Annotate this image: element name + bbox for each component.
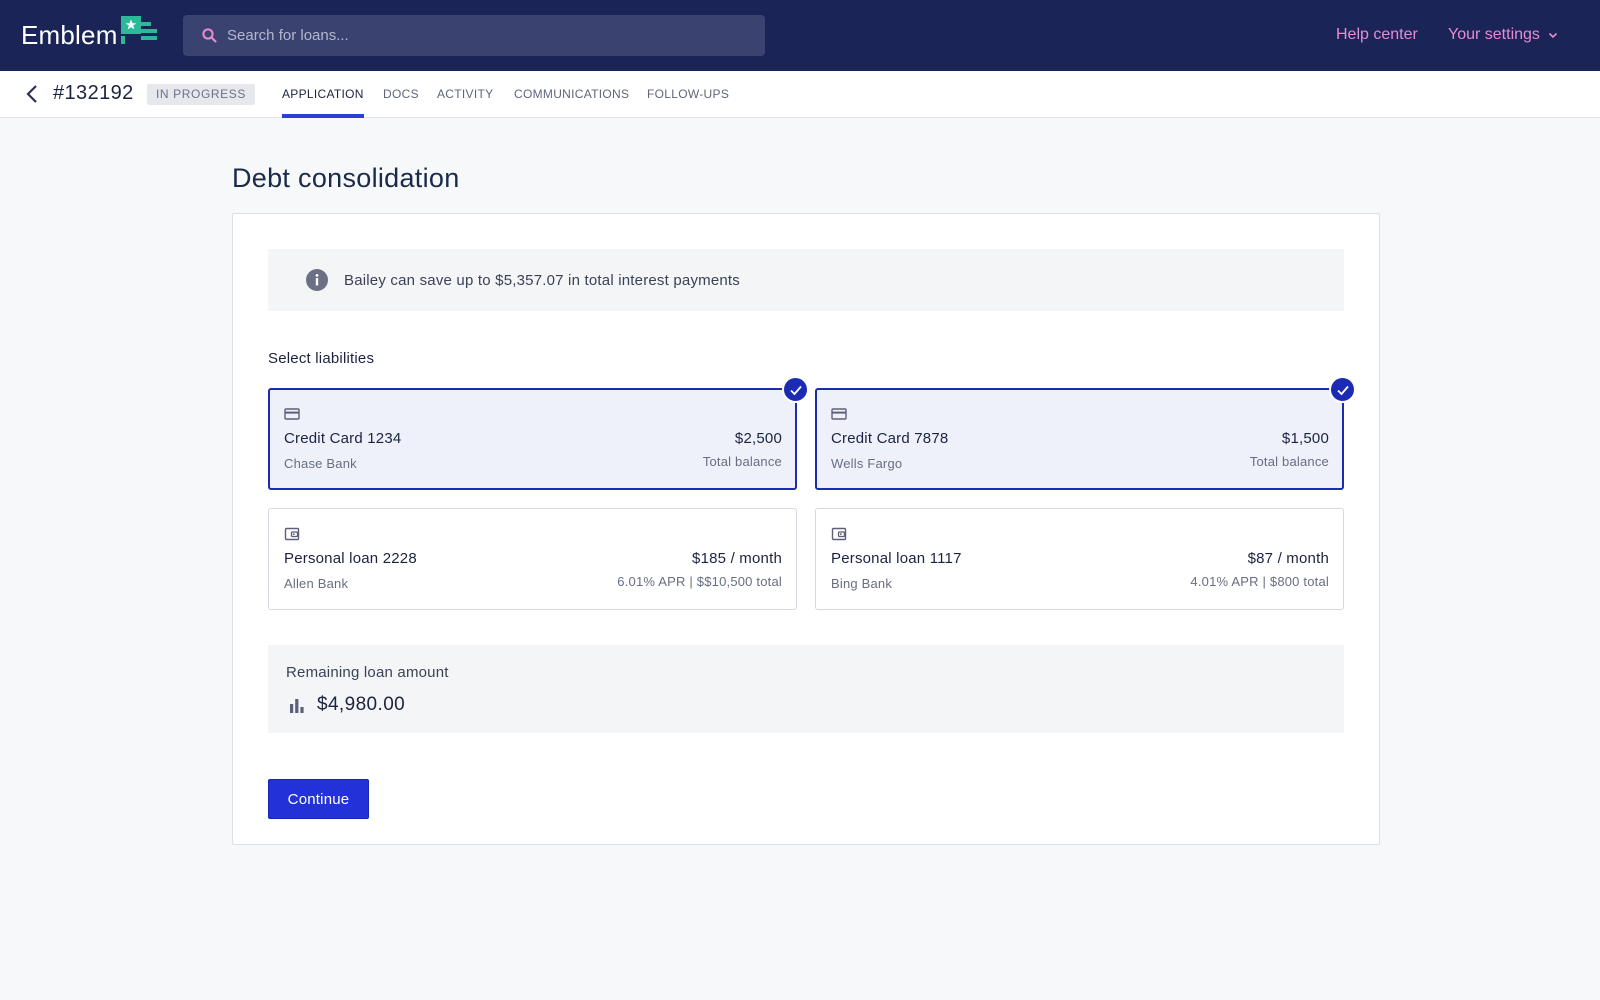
checkmark-icon: [1329, 376, 1356, 403]
debt-consolidation-card: Bailey can save up to $5,357.07 in total…: [232, 213, 1380, 845]
credit-card-icon: [284, 406, 300, 422]
liability-name: Credit Card 7878: [831, 430, 949, 447]
continue-button[interactable]: Continue: [268, 779, 369, 819]
wallet-icon: [284, 526, 300, 542]
liability-card-personal-loan-1117[interactable]: Personal loan 1117 Bing Bank $87 / month…: [815, 508, 1344, 610]
chevron-down-icon: [1548, 32, 1558, 39]
liability-card-credit-card-7878[interactable]: Credit Card 7878 Wells Fargo $1,500 Tota…: [815, 388, 1344, 490]
back-arrow-icon[interactable]: [22, 83, 44, 105]
liability-subtext: Total balance: [702, 454, 782, 469]
liability-amount: $87 / month: [1247, 550, 1329, 567]
status-badge: IN PROGRESS: [147, 84, 255, 105]
liability-card-personal-loan-2228[interactable]: Personal loan 2228 Allen Bank $185 / mon…: [268, 508, 797, 610]
loan-subnav: #132192 IN PROGRESS APPLICATION DOCS ACT…: [0, 71, 1600, 118]
liability-bank: Chase Bank: [284, 456, 357, 471]
tab-follow-ups[interactable]: FOLLOW-UPS: [647, 87, 729, 118]
remaining-loan-panel: Remaining loan amount $4,980.00: [268, 645, 1344, 733]
liability-amount: $185 / month: [692, 550, 782, 567]
brand-logo[interactable]: Emblem: [21, 16, 157, 51]
brand-name: Emblem: [21, 20, 118, 50]
tab-activity[interactable]: ACTIVITY: [437, 87, 493, 118]
search-bar[interactable]: [183, 15, 765, 56]
info-icon: [306, 269, 328, 291]
liability-bank: Bing Bank: [831, 576, 893, 591]
liability-card-credit-card-1234[interactable]: Credit Card 1234 Chase Bank $2,500 Total…: [268, 388, 797, 490]
wallet-icon: [831, 526, 847, 542]
select-liabilities-label: Select liabilities: [268, 350, 375, 367]
remaining-loan-label: Remaining loan amount: [286, 664, 449, 681]
liability-subtext: Total balance: [1249, 454, 1329, 469]
checkmark-icon: [782, 376, 809, 403]
remaining-loan-value: $4,980.00: [317, 694, 406, 715]
settings-menu[interactable]: Your settings: [1448, 26, 1558, 44]
page-title: Debt consolidation: [232, 163, 460, 193]
help-center-label: Help center: [1336, 26, 1418, 43]
search-icon: [201, 27, 219, 45]
tab-application[interactable]: APPLICATION: [282, 87, 364, 118]
flag-logo-icon: [120, 16, 157, 49]
liability-subtext: 6.01% APR | $$10,500 total: [617, 574, 782, 589]
savings-info-text: Bailey can save up to $5,357.07 in total…: [344, 271, 741, 289]
tab-communications[interactable]: COMMUNICATIONS: [514, 87, 629, 118]
liability-subtext: 4.01% APR | $800 total: [1190, 574, 1329, 589]
liability-name: Personal loan 1117: [831, 550, 962, 567]
tab-docs[interactable]: DOCS: [383, 87, 419, 118]
search-input[interactable]: [227, 27, 747, 44]
liability-amount: $1,500: [1281, 430, 1329, 447]
liability-name: Personal loan 2228: [284, 550, 417, 567]
top-bar: Emblem Help center Your settings: [0, 0, 1600, 71]
liability-name: Credit Card 1234: [284, 430, 402, 447]
savings-info-banner: Bailey can save up to $5,357.07 in total…: [268, 249, 1344, 311]
liability-bank: Allen Bank: [284, 576, 349, 591]
help-center-link[interactable]: Help center: [1336, 26, 1418, 44]
credit-card-icon: [831, 406, 847, 422]
bar-chart-icon: [288, 697, 306, 715]
liability-bank: Wells Fargo: [831, 456, 903, 471]
loan-id: #132192: [53, 82, 134, 104]
liability-amount: $2,500: [734, 430, 782, 447]
settings-label: Your settings: [1448, 26, 1540, 43]
